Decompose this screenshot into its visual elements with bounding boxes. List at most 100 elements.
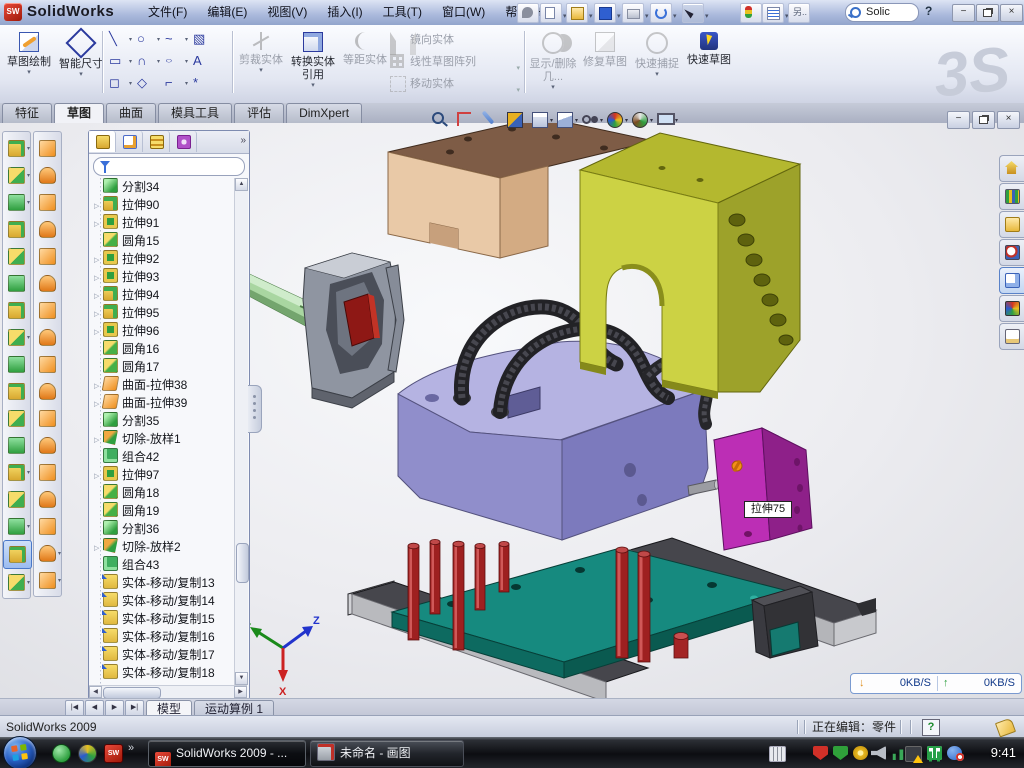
app-close-button[interactable]: × (1000, 4, 1023, 22)
linear-pattern-button[interactable]: ▾ (3, 324, 30, 351)
taskpane-tab-view-palette[interactable] (999, 267, 1024, 294)
scroll-up-arrow[interactable]: ▲ (235, 178, 248, 191)
curve-tool-button[interactable]: ▾ (3, 513, 30, 540)
dropdown-arrow-icon[interactable]: ▾ (617, 12, 621, 20)
network-tray-icon[interactable] (889, 746, 904, 760)
tree-item[interactable]: 圆角15 (89, 232, 233, 250)
line-tool[interactable]: ╲▾ (106, 29, 134, 51)
panel-tabs-overflow[interactable]: » (240, 135, 246, 146)
new-icon[interactable]: ▾ (540, 3, 562, 23)
view-settings-button[interactable]: ▾ (653, 109, 677, 131)
menu-item[interactable]: 工具(T) (373, 0, 432, 25)
shut-off-surface-button[interactable] (34, 243, 61, 270)
draft-button[interactable] (3, 270, 30, 297)
tree-horizontal-scrollbar[interactable]: ◀ ▶ (89, 685, 247, 699)
app-icon[interactable]: SW (4, 3, 22, 21)
spline-tool[interactable]: ~▾ (162, 29, 190, 51)
tree-item[interactable]: 实体-移动/复制13 (89, 574, 233, 592)
body-group-button[interactable] (3, 405, 30, 432)
草图绘制-button[interactable]: 草图绘制▾ (4, 29, 54, 99)
tree-item[interactable]: 实体-移动/复制18 (89, 664, 233, 682)
dropdown-arrow-icon[interactable]: ▾ (705, 12, 709, 20)
tree-item[interactable]: 圆角16 (89, 340, 233, 358)
health-shield-tray-icon[interactable] (927, 746, 942, 760)
dropdown-arrow-icon[interactable]: ▾ (58, 550, 61, 557)
display-style-button[interactable]: ▾ (553, 109, 577, 131)
save-icon[interactable]: ▾ (594, 3, 616, 23)
dropdown-arrow-icon[interactable]: ▾ (27, 469, 30, 476)
edit-appearance-button[interactable]: ▾ (603, 109, 627, 131)
surface-loft-button[interactable] (34, 432, 61, 459)
doc-close-button[interactable]: × (997, 111, 1020, 129)
tree-item[interactable]: ▷曲面-拉伸39 (89, 394, 233, 412)
graphics-area[interactable]: Y Z X ▾▾▾▾▾▾ − × ▾▾▾▾▾▾▾ ▾▾ » 分割34▷拉伸90▷… (0, 123, 1024, 698)
tab-模具工具[interactable]: 模具工具 (158, 103, 232, 123)
dropdown-arrow-icon[interactable]: ▾ (27, 523, 30, 530)
tree-item[interactable]: 分割36 (89, 520, 233, 538)
stripper-block[interactable] (714, 428, 812, 550)
dropdown-arrow-icon[interactable]: ▾ (185, 58, 188, 65)
tree-item[interactable]: 实体-移动/复制16 (89, 628, 233, 646)
dropdown-arrow-icon[interactable]: ▾ (645, 12, 649, 20)
app-restore-button[interactable] (976, 4, 999, 22)
rebuild-icon[interactable] (740, 3, 762, 23)
quicklaunch-solidworks-icon[interactable]: SW (104, 744, 123, 763)
panel-tab-configurationmanager[interactable] (143, 131, 170, 152)
tree-vertical-scrollbar[interactable]: ▲ ▼ (234, 178, 248, 685)
menu-item[interactable]: 文件(F) (138, 0, 197, 25)
zoom-to-area-button[interactable] (453, 109, 477, 131)
search-input[interactable]: Solic (866, 4, 890, 21)
app-minimize-button[interactable]: − (952, 4, 975, 22)
security-alert-tray-icon[interactable] (813, 746, 828, 760)
scrollbar-thumb[interactable] (236, 543, 249, 583)
orientation-triad[interactable]: Y Z X (244, 615, 320, 698)
scroll-left-arrow[interactable]: ◀ (89, 686, 102, 698)
tree-item[interactable]: 圆角17 (89, 358, 233, 376)
search-box[interactable]: Solic (845, 3, 919, 22)
tree-item[interactable]: ▷拉伸93 (89, 268, 233, 286)
undercut-analysis-button[interactable] (34, 189, 61, 216)
tab-特征[interactable]: 特征 (2, 103, 52, 123)
taskpane-tab-file-explorer[interactable] (999, 211, 1024, 238)
panel-tab-propertymanager[interactable] (116, 131, 143, 152)
parting-line-button[interactable] (34, 216, 61, 243)
dropdown-arrow-icon[interactable]: ▾ (129, 80, 132, 87)
tree-item[interactable]: ▷切除-放样1 (89, 430, 233, 448)
draft-analysis-button[interactable] (34, 162, 61, 189)
dropdown-arrow-icon[interactable]: ▾ (4, 69, 54, 77)
start-button[interactable] (3, 736, 37, 768)
panel-tab-dimxpertmanager[interactable] (170, 131, 197, 152)
section-view-button[interactable] (503, 109, 527, 131)
boundary-surface-button[interactable] (34, 459, 61, 486)
volume-tray-icon[interactable] (871, 746, 886, 760)
taskpane-tab-appearances-scenes[interactable] (999, 295, 1024, 322)
tree-item[interactable]: 实体-移动/复制14 (89, 592, 233, 610)
tree-item[interactable]: ▷拉伸94 (89, 286, 233, 304)
combine-bodies-button[interactable] (3, 378, 30, 405)
parting-surface-button[interactable] (34, 270, 61, 297)
dropdown-arrow-icon[interactable]: ▾ (675, 117, 678, 124)
centerpoint-arc-tool[interactable]: ∩▾ (134, 51, 162, 73)
scroll-right-arrow[interactable]: ▶ (234, 686, 247, 698)
dropdown-arrow-icon[interactable]: ▾ (27, 334, 30, 341)
dropdown-arrow-icon[interactable]: ▾ (27, 199, 30, 206)
tree-item[interactable]: ▷拉伸92 (89, 250, 233, 268)
tab-曲面[interactable]: 曲面 (106, 103, 156, 123)
freeform-button[interactable]: ▾ (34, 540, 61, 567)
quick-tips-button[interactable]: ? (922, 719, 940, 736)
open-icon[interactable]: ▾ (566, 3, 588, 23)
view-orientation-button[interactable]: ▾ (528, 109, 552, 131)
license-badge-tray-icon[interactable] (853, 746, 868, 760)
taskpane-tab-design-library[interactable] (999, 183, 1024, 210)
dropdown-arrow-icon[interactable]: ▾ (157, 36, 160, 43)
tree-item[interactable]: 分割35 (89, 412, 233, 430)
tree-item[interactable]: 圆角18 (89, 484, 233, 502)
overflow-icon[interactable]: 另.. (788, 3, 810, 23)
text-tool[interactable]: A (190, 51, 218, 73)
spline-tool-button[interactable]: ▾ (3, 569, 30, 596)
chamfer-button[interactable] (3, 216, 30, 243)
scroll-down-arrow[interactable]: ▼ (235, 672, 248, 685)
quicklaunch-antivirus-icon[interactable] (52, 744, 71, 763)
print-icon[interactable]: ▾ (622, 3, 644, 23)
menu-item[interactable]: 插入(I) (317, 0, 372, 25)
